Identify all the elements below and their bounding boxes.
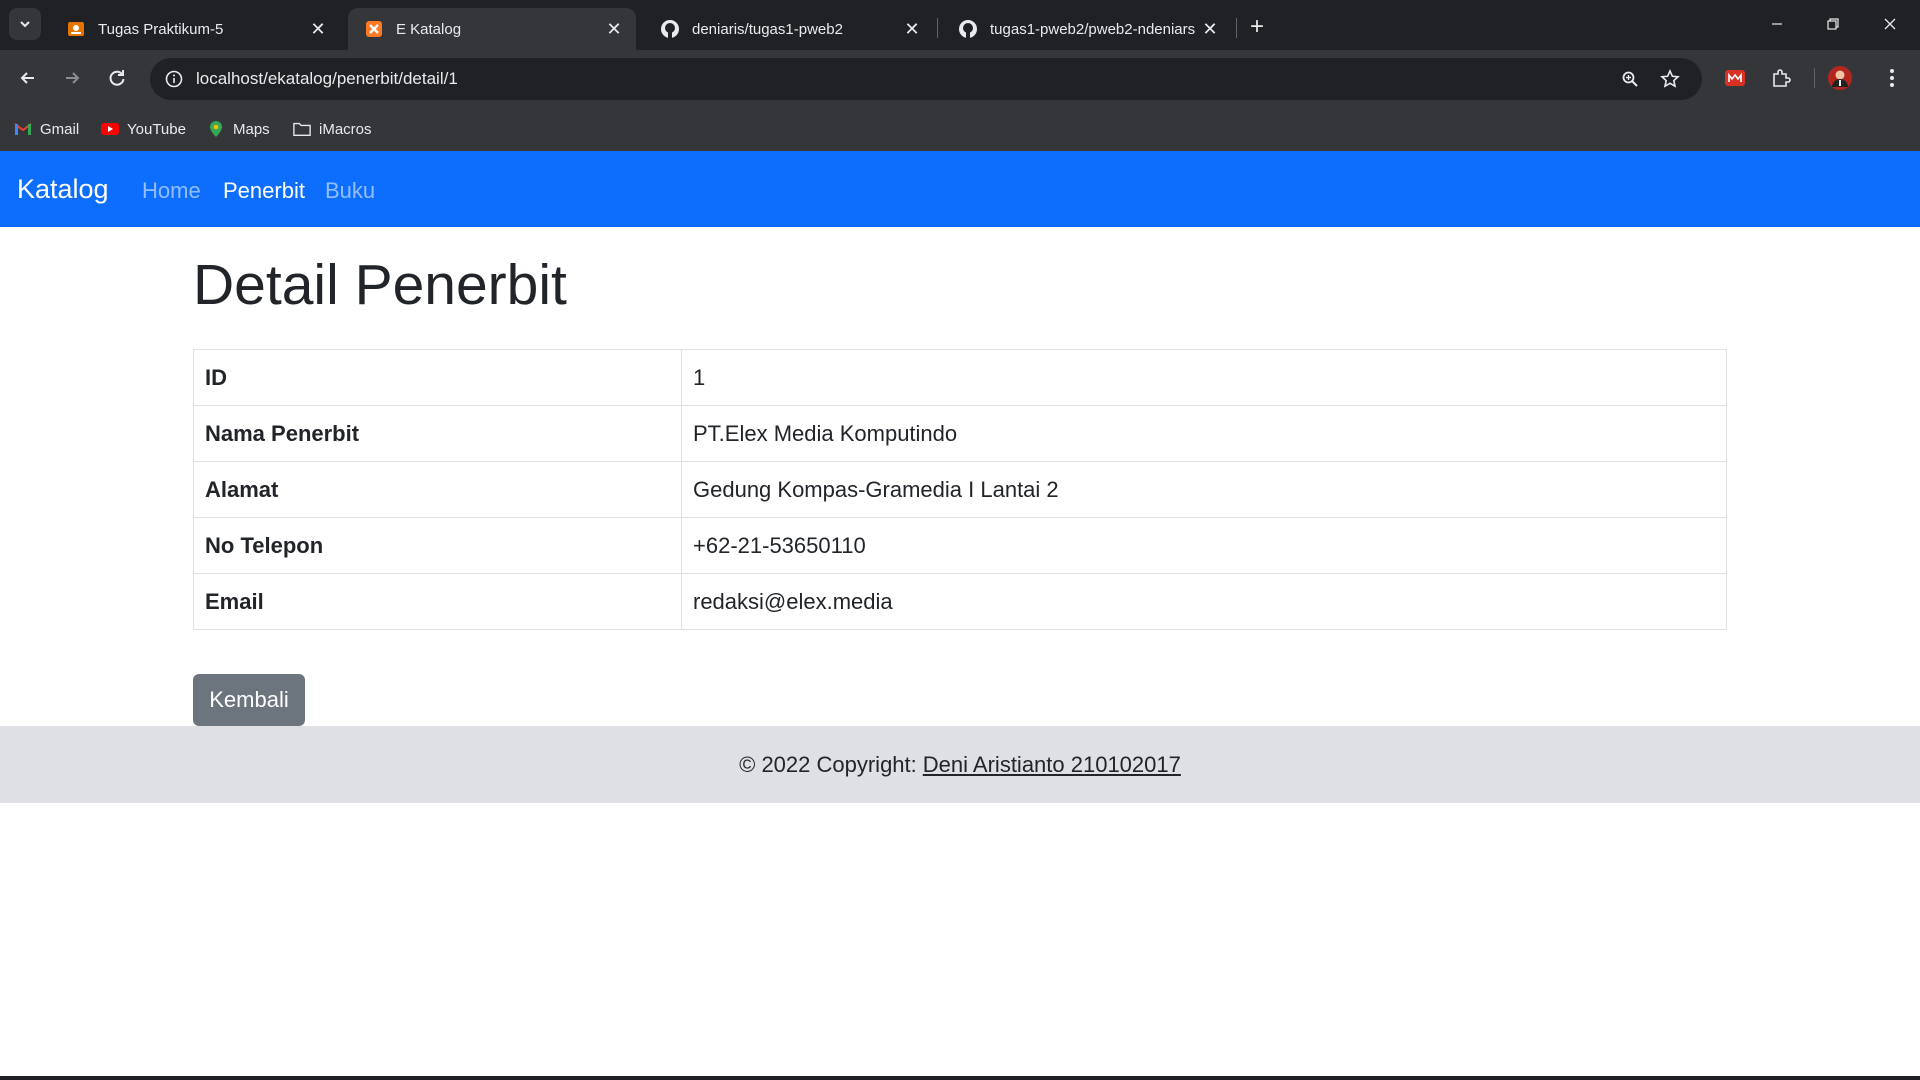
- github-icon: [958, 19, 978, 39]
- nav-link-penerbit[interactable]: Penerbit: [223, 178, 305, 204]
- row-value: redaksi@elex.media: [681, 573, 1727, 630]
- reload-button[interactable]: [101, 62, 133, 94]
- bookmark-label: YouTube: [127, 120, 186, 138]
- copyright-text: © 2022 Copyright:: [739, 751, 917, 777]
- bookmarks-bar: Gmail YouTube Maps iMacros: [0, 107, 1920, 151]
- footer: © 2022 Copyright: Deni Aristianto 210102…: [0, 726, 1920, 803]
- gmail-icon: [14, 120, 32, 138]
- bookmark-star-icon[interactable]: [1658, 67, 1682, 91]
- page-title: Detail Penerbit: [193, 253, 567, 317]
- tab-strip: Tugas Praktikum-5 ✕ E Katalog ✕ deniaris…: [0, 0, 1920, 50]
- back-button[interactable]: [12, 62, 44, 94]
- close-icon[interactable]: ✕: [1198, 17, 1222, 41]
- restore-icon: [1827, 18, 1839, 30]
- tab-separator: [937, 18, 938, 38]
- row-label: Alamat: [193, 461, 682, 518]
- row-value: 1: [681, 349, 1727, 406]
- profile-avatar-icon[interactable]: [1826, 64, 1854, 92]
- youtube-icon: [101, 120, 119, 138]
- more-menu-icon[interactable]: [1878, 64, 1906, 92]
- minimize-icon: [1772, 23, 1782, 25]
- tab-separator: [1236, 18, 1237, 38]
- tab-search-button[interactable]: [9, 8, 41, 40]
- bookmark-maps[interactable]: Maps: [207, 118, 270, 140]
- classroom-icon: [66, 19, 86, 39]
- address-bar[interactable]: localhost/ekatalog/penerbit/detail/1: [150, 58, 1702, 100]
- row-value: PT.Elex Media Komputindo: [681, 405, 1727, 462]
- new-tab-button[interactable]: +: [1243, 13, 1271, 41]
- tab-title: E Katalog: [396, 20, 462, 38]
- tab-github-pweb2[interactable]: tugas1-pweb2/pweb2-ndeniars ✕: [942, 8, 1232, 50]
- bookmark-label: Gmail: [40, 120, 80, 138]
- row-label: ID: [193, 349, 682, 406]
- row-value: +62-21-53650110: [681, 517, 1727, 574]
- folder-icon: [293, 120, 311, 138]
- zoom-icon[interactable]: [1618, 67, 1642, 91]
- url-text: localhost/ekatalog/penerbit/detail/1: [196, 69, 458, 88]
- github-icon: [660, 19, 680, 39]
- close-icon[interactable]: ✕: [900, 17, 924, 41]
- row-label: Email: [193, 573, 682, 630]
- navbar-brand[interactable]: Katalog: [17, 174, 109, 205]
- chevron-down-icon: [20, 21, 30, 28]
- bookmark-label: Maps: [233, 120, 270, 138]
- arrow-right-icon: [66, 72, 80, 84]
- restore-button[interactable]: [1809, 8, 1857, 40]
- close-icon[interactable]: ✕: [602, 17, 626, 41]
- close-window-button[interactable]: [1866, 8, 1914, 40]
- nav-link-buku[interactable]: Buku: [325, 178, 375, 204]
- bookmark-youtube[interactable]: YouTube: [101, 118, 186, 140]
- nav-link-home[interactable]: Home: [142, 178, 201, 204]
- tab-title: Tugas Praktikum-5: [98, 20, 224, 38]
- bookmark-label: iMacros: [319, 120, 372, 138]
- tab-e-katalog[interactable]: E Katalog ✕: [348, 8, 636, 50]
- bookmark-imacros[interactable]: iMacros: [293, 118, 372, 140]
- close-icon[interactable]: ✕: [306, 17, 330, 41]
- minimize-button[interactable]: [1753, 8, 1801, 40]
- bookmark-gmail[interactable]: Gmail: [14, 118, 79, 140]
- tab-title: tugas1-pweb2/pweb2-ndeniars: [990, 20, 1196, 38]
- reload-icon: [109, 70, 125, 86]
- table-row: ID 1: [193, 349, 1727, 406]
- maps-icon: [207, 120, 225, 138]
- extensions-puzzle-icon[interactable]: [1767, 64, 1795, 92]
- arrow-left-icon: [20, 72, 34, 84]
- forward-button[interactable]: [56, 62, 88, 94]
- detail-table: ID 1 Nama Penerbit PT.Elex Media Komputi…: [193, 349, 1727, 630]
- taskbar-edge: [0, 1076, 1920, 1080]
- table-row: Email redaksi@elex.media: [193, 573, 1727, 630]
- close-icon: [1884, 18, 1896, 30]
- table-row: Alamat Gedung Kompas-Gramedia I Lantai 2: [193, 461, 1727, 518]
- toolbar-divider: [1814, 68, 1815, 88]
- site-navbar: Katalog Home Penerbit Buku: [0, 151, 1920, 227]
- back-kembali-button[interactable]: Kembali: [193, 674, 305, 726]
- tab-title: deniaris/tugas1-pweb2: [692, 20, 843, 38]
- tab-github-deniaris[interactable]: deniaris/tugas1-pweb2 ✕: [644, 8, 934, 50]
- table-row: No Telepon +62-21-53650110: [193, 517, 1727, 574]
- tab-tugas-praktikum[interactable]: Tugas Praktikum-5 ✕: [50, 8, 340, 50]
- table-row: Nama Penerbit PT.Elex Media Komputindo: [193, 405, 1727, 462]
- footer-author-link[interactable]: Deni Aristianto 210102017: [923, 752, 1181, 778]
- extension-imacros-icon[interactable]: [1721, 64, 1749, 92]
- plus-icon: +: [1249, 13, 1264, 40]
- site-info-icon[interactable]: [162, 67, 186, 91]
- row-label: Nama Penerbit: [193, 405, 682, 462]
- xampp-icon: [364, 19, 384, 39]
- row-label: No Telepon: [193, 517, 682, 574]
- row-value: Gedung Kompas-Gramedia I Lantai 2: [681, 461, 1727, 518]
